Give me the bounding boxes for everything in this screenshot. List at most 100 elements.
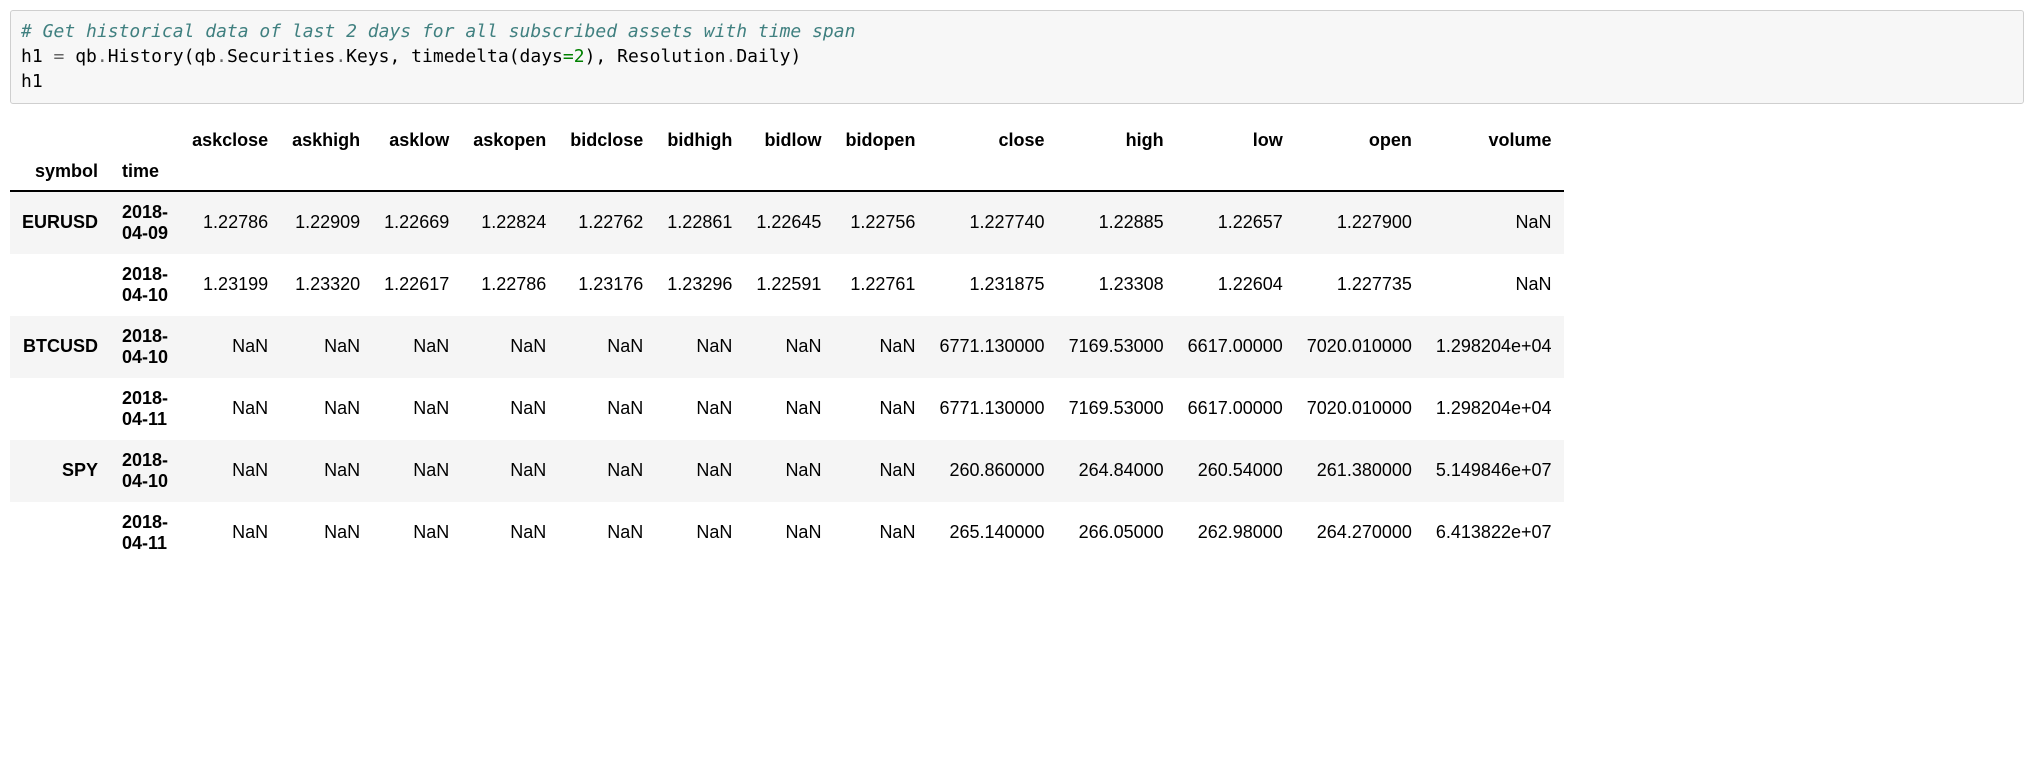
- index-symbol: BTCUSD: [10, 316, 110, 378]
- cell-value: NaN: [372, 378, 461, 440]
- code-token: .: [335, 46, 346, 67]
- cell-value: NaN: [461, 440, 558, 502]
- cell-value: NaN: [744, 502, 833, 564]
- cell-value: NaN: [833, 502, 927, 564]
- cell-value: 261.380000: [1295, 440, 1424, 502]
- index-time: 2018-04-11: [110, 502, 180, 564]
- cell-value: 1.22657: [1176, 191, 1295, 254]
- cell-value: 1.22786: [461, 254, 558, 316]
- index-time: 2018-04-10: [110, 440, 180, 502]
- table-row: 2018-04-11NaNNaNNaNNaNNaNNaNNaNNaN265.14…: [10, 502, 1564, 564]
- cell-value: 1.22591: [744, 254, 833, 316]
- table-header-row: askclose askhigh asklow askopen bidclose…: [10, 124, 1564, 157]
- cell-value: NaN: [180, 316, 280, 378]
- index-symbol: [10, 502, 110, 564]
- code-token: =: [54, 46, 65, 67]
- col-header: low: [1176, 124, 1295, 157]
- cell-value: 264.84000: [1057, 440, 1176, 502]
- cell-value: 264.270000: [1295, 502, 1424, 564]
- cell-value: NaN: [372, 440, 461, 502]
- code-token: .: [216, 46, 227, 67]
- code-token: Securities: [227, 46, 335, 67]
- cell-value: 1.298204e+04: [1424, 378, 1564, 440]
- cell-value: NaN: [280, 502, 372, 564]
- index-header-blank: [110, 124, 180, 157]
- cell-value: 6.413822e+07: [1424, 502, 1564, 564]
- col-header: askopen: [461, 124, 558, 157]
- cell-value: 1.23320: [280, 254, 372, 316]
- index-symbol: EURUSD: [10, 191, 110, 254]
- cell-value: NaN: [180, 502, 280, 564]
- col-header: bidopen: [833, 124, 927, 157]
- cell-value: 6771.130000: [927, 316, 1056, 378]
- code-token: 2: [574, 46, 585, 67]
- cell-value: 1.22645: [744, 191, 833, 254]
- cell-value: NaN: [655, 502, 744, 564]
- cell-value: 1.22604: [1176, 254, 1295, 316]
- cell-value: 1.22617: [372, 254, 461, 316]
- cell-value: NaN: [280, 440, 372, 502]
- cell-value: 1.22786: [180, 191, 280, 254]
- cell-value: 1.23199: [180, 254, 280, 316]
- code-token: Keys, timedelta(days: [346, 46, 563, 67]
- code-cell[interactable]: # Get historical data of last 2 days for…: [10, 10, 2024, 104]
- code-token: h1: [21, 71, 43, 92]
- code-token: .: [97, 46, 108, 67]
- cell-value: NaN: [744, 378, 833, 440]
- cell-value: 265.140000: [927, 502, 1056, 564]
- cell-value: NaN: [461, 378, 558, 440]
- cell-value: 1.22885: [1057, 191, 1176, 254]
- cell-value: 1.23176: [558, 254, 655, 316]
- index-names-row: symbol time: [10, 157, 1564, 191]
- cell-value: NaN: [744, 316, 833, 378]
- cell-value: 1.298204e+04: [1424, 316, 1564, 378]
- col-header: bidclose: [558, 124, 655, 157]
- cell-value: NaN: [461, 502, 558, 564]
- cell-value: NaN: [372, 502, 461, 564]
- index-time: 2018-04-10: [110, 254, 180, 316]
- cell-value: 266.05000: [1057, 502, 1176, 564]
- table-body: EURUSD2018-04-091.227861.229091.226691.2…: [10, 191, 1564, 564]
- cell-value: NaN: [180, 378, 280, 440]
- cell-value: NaN: [372, 316, 461, 378]
- cell-value: NaN: [1424, 191, 1564, 254]
- cell-value: 262.98000: [1176, 502, 1295, 564]
- code-token: History(qb: [108, 46, 216, 67]
- col-header: bidhigh: [655, 124, 744, 157]
- cell-value: NaN: [558, 378, 655, 440]
- index-symbol: [10, 254, 110, 316]
- index-name-symbol: symbol: [10, 157, 110, 191]
- cell-value: 1.22909: [280, 191, 372, 254]
- cell-value: 7169.53000: [1057, 316, 1176, 378]
- cell-value: 260.860000: [927, 440, 1056, 502]
- cell-value: 1.22761: [833, 254, 927, 316]
- cell-value: 6617.00000: [1176, 378, 1295, 440]
- cell-value: 1.22762: [558, 191, 655, 254]
- table-row: 2018-04-101.231991.233201.226171.227861.…: [10, 254, 1564, 316]
- index-time: 2018-04-10: [110, 316, 180, 378]
- cell-value: 6617.00000: [1176, 316, 1295, 378]
- cell-value: 1.227900: [1295, 191, 1424, 254]
- cell-value: 7020.010000: [1295, 378, 1424, 440]
- index-header-blank: [10, 124, 110, 157]
- cell-value: 260.54000: [1176, 440, 1295, 502]
- cell-value: 1.231875: [927, 254, 1056, 316]
- index-symbol: [10, 378, 110, 440]
- cell-value: 5.149846e+07: [1424, 440, 1564, 502]
- cell-value: NaN: [833, 316, 927, 378]
- col-header: high: [1057, 124, 1176, 157]
- cell-value: 1.227735: [1295, 254, 1424, 316]
- code-token: h1: [21, 46, 54, 67]
- index-time: 2018-04-11: [110, 378, 180, 440]
- cell-value: NaN: [461, 316, 558, 378]
- cell-value: 7169.53000: [1057, 378, 1176, 440]
- cell-value: 1.227740: [927, 191, 1056, 254]
- cell-value: NaN: [558, 502, 655, 564]
- cell-value: 1.22824: [461, 191, 558, 254]
- cell-value: 1.23308: [1057, 254, 1176, 316]
- cell-value: 6771.130000: [927, 378, 1056, 440]
- cell-value: NaN: [280, 378, 372, 440]
- col-header: open: [1295, 124, 1424, 157]
- index-name-time: time: [110, 157, 180, 191]
- cell-value: NaN: [833, 378, 927, 440]
